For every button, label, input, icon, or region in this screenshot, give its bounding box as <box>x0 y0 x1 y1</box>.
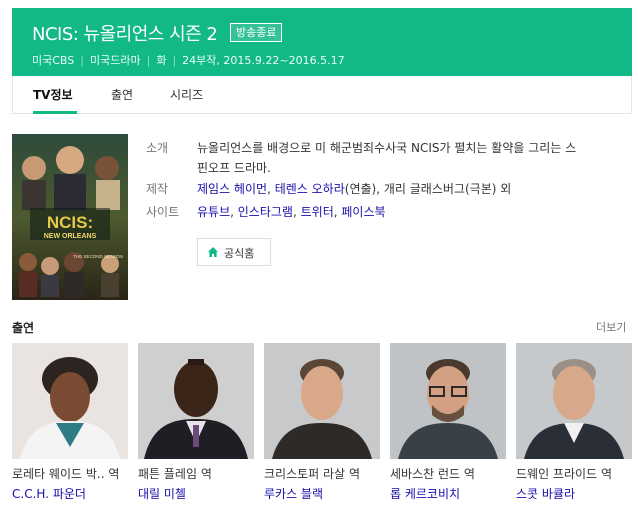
official-home-button[interactable]: 공식홈 <box>197 238 271 266</box>
cast-role-suffix: 역 <box>463 467 475 481</box>
meta-network: 미국CBS <box>32 54 75 67</box>
producer-list: 제임스 헤이먼, 테렌스 오하라(연출), 개리 글래스버그(극본) 외 <box>197 182 512 196</box>
synopsis-row: 소개 뉴올리언스를 배경으로 미 해군범죄수사국 NCIS가 펼치는 활약을 그… <box>146 138 616 178</box>
site-label: 사이트 <box>146 205 180 219</box>
tab-bar: TV정보 출연 시리즈 <box>12 76 632 114</box>
cast-actor-link[interactable]: 스콧 바큘라 <box>516 485 575 502</box>
cast-photo[interactable] <box>138 343 254 459</box>
cast-actor-link[interactable]: 롭 케르코비치 <box>390 485 460 502</box>
cast-photo[interactable] <box>516 343 632 459</box>
producer-row: 제작 제임스 헤이먼, 테렌스 오하라(연출), 개리 글래스버그(극본) 외 <box>146 179 616 199</box>
producer-gary-glasberg: 개리 글래스버그 <box>383 182 465 196</box>
status-badge: 방송종료 <box>230 23 283 42</box>
cast-photo[interactable] <box>12 343 128 459</box>
cast-role: 드웨인 프라이드 역 <box>516 465 632 482</box>
cast-actor-link[interactable]: C.C.H. 파운더 <box>12 485 86 502</box>
cast-section-title: 출연 <box>12 321 35 335</box>
cast-photo[interactable] <box>390 343 506 459</box>
site-link-youtube[interactable]: 유튜브 <box>197 205 230 219</box>
meta-day: 화 <box>156 54 167 67</box>
site-link-instagram[interactable]: 인스타그램 <box>238 205 293 219</box>
tab-cast[interactable]: 출연 <box>111 86 133 103</box>
page-title: NCIS: 뉴올리언스 시즌 2 <box>32 24 218 45</box>
tab-tv-info[interactable]: TV정보 <box>33 86 73 103</box>
producer-link-terrence-ohara[interactable]: 테렌스 오하라 <box>275 182 345 196</box>
synopsis-line-2: 핀오프 드라마. <box>197 161 271 175</box>
site-links: 유튜브, 인스타그램, 트위터, 페이스북 <box>197 205 386 219</box>
producer-label: 제작 <box>146 182 169 196</box>
home-icon <box>208 247 218 257</box>
official-home-label: 공식홈 <box>224 247 255 260</box>
producer-suffix: 외 <box>500 182 512 196</box>
show-meta: 미국CBS | 미국드라마 | 화 | 24부작, 2015.9.22~2016.5.17 <box>32 54 345 67</box>
cast-photo[interactable] <box>264 343 380 459</box>
cast-more-link[interactable]: 더보기 <box>596 319 626 335</box>
cast-actor-link[interactable]: 루카스 블랙 <box>264 485 323 502</box>
poster-image[interactable]: NCIS: NEW ORLEANS THE SECOND SEASON <box>12 134 128 300</box>
synopsis-text: 뉴올리언스를 배경으로 미 해군범죄수사국 NCIS가 펼치는 활약을 그리는 … <box>197 138 617 178</box>
cast-role-suffix: 역 <box>200 467 212 481</box>
meta-genre: 미국드라마 <box>89 54 141 67</box>
cast-role-suffix: 역 <box>600 467 612 481</box>
cast-role-name: 크리스토퍼 라살 <box>264 467 346 481</box>
synopsis-label: 소개 <box>146 141 169 155</box>
site-link-facebook[interactable]: 페이스북 <box>341 205 385 219</box>
site-row: 사이트 유튜브, 인스타그램, 트위터, 페이스북 <box>146 202 616 222</box>
poster-logo: NCIS: <box>47 213 93 232</box>
cast-role-suffix: 역 <box>348 467 360 481</box>
cast-role-name: 드웨인 프라이드 <box>516 467 598 481</box>
tab-series[interactable]: 시리즈 <box>170 86 203 103</box>
producer-link-james-hayman[interactable]: 제임스 헤이먼 <box>197 182 267 196</box>
cast-role-suffix: 역 <box>108 467 120 481</box>
cast-role: 패튼 플레임 역 <box>138 465 254 482</box>
title-header: NCIS: 뉴올리언스 시즌 2 방송종료 미국CBS | 미국드라마 | 화 | 24부작… <box>12 8 632 76</box>
producer-note-director: (연출) <box>344 182 377 196</box>
cast-role: 세바스찬 런드 역 <box>390 465 506 482</box>
poster-season-label: THE SECOND SEASON <box>73 254 123 259</box>
cast-role-name: 로레타 웨이드 박.. <box>12 467 105 481</box>
meta-episodes: 24부작, 2015.9.22~2016.5.17 <box>182 54 345 67</box>
cast-role-name: 패튼 플레임 <box>138 467 198 481</box>
producer-note-writer: (극본) <box>464 182 497 196</box>
cast-actor-link[interactable]: 대릴 미첼 <box>138 485 186 502</box>
site-link-twitter[interactable]: 트위터 <box>301 205 334 219</box>
cast-role-name: 세바스찬 런드 <box>390 467 461 481</box>
cast-role: 로레타 웨이드 박.. 역 <box>12 465 128 482</box>
poster-logo-sub: NEW ORLEANS <box>44 233 97 240</box>
cast-role: 크리스토퍼 라살 역 <box>264 465 380 482</box>
synopsis-line-1: 뉴올리언스를 배경으로 미 해군범죄수사국 NCIS가 펼치는 활약을 그리는 … <box>197 141 577 155</box>
active-tab-indicator <box>33 111 77 114</box>
